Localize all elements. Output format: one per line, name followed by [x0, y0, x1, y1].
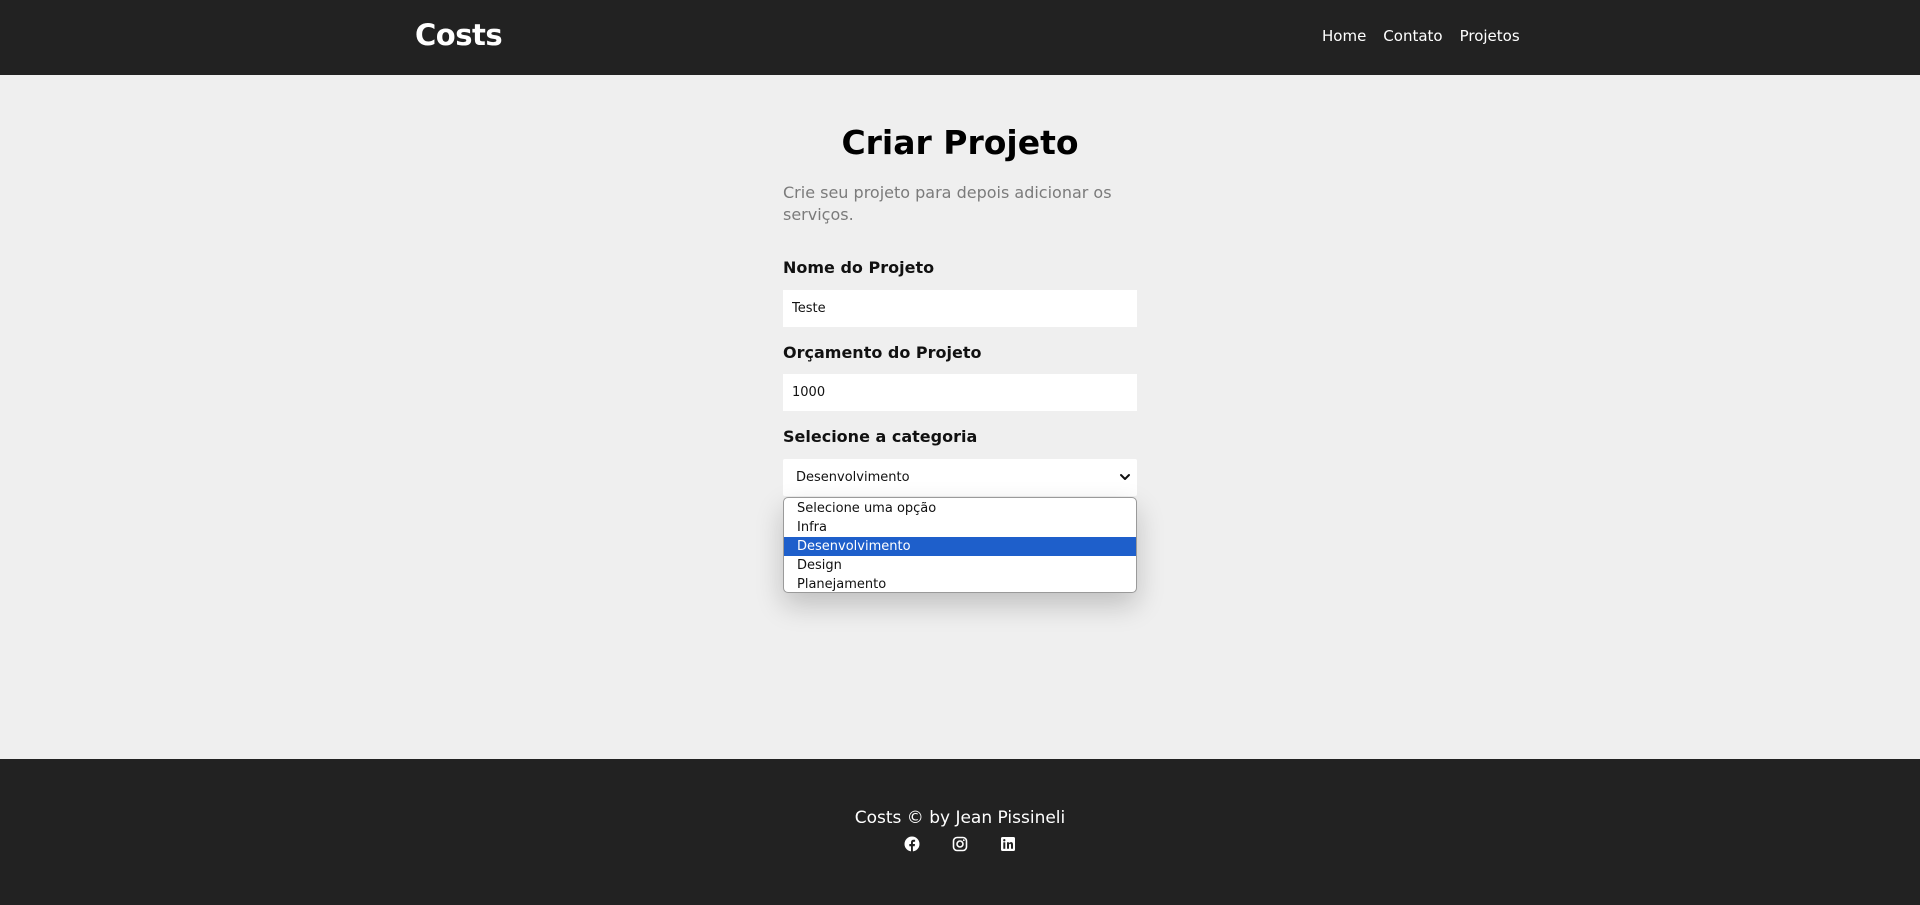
nav-link-contato[interactable]: Contato: [1383, 27, 1442, 45]
brand-logo[interactable]: Costs: [415, 18, 503, 52]
navbar: Costs Home Contato Projetos: [0, 0, 1920, 75]
category-option-selected[interactable]: Desenvolvimento: [784, 537, 1136, 556]
category-select-value: Desenvolvimento: [796, 470, 910, 485]
chevron-down-icon: [1120, 474, 1130, 480]
category-option[interactable]: Planejamento: [784, 575, 1136, 592]
facebook-icon[interactable]: [904, 836, 920, 852]
category-select[interactable]: Desenvolvimento: [783, 459, 1137, 496]
nav-link-projetos[interactable]: Projetos: [1460, 27, 1520, 45]
project-name-input[interactable]: [783, 290, 1137, 327]
category-label: Selecione a categoria: [783, 427, 978, 446]
social-links: [904, 836, 1016, 852]
instagram-icon[interactable]: [952, 836, 968, 852]
main-content: Criar Projeto Crie seu projeto para depo…: [0, 75, 1920, 759]
project-budget-input[interactable]: [783, 374, 1137, 411]
category-dropdown: Selecione uma opção Infra Desenvolviment…: [783, 497, 1137, 593]
page-title: Criar Projeto: [841, 123, 1079, 162]
project-name-label: Nome do Projeto: [783, 258, 935, 277]
linkedin-icon[interactable]: [1000, 836, 1016, 852]
nav-link-home[interactable]: Home: [1322, 27, 1366, 45]
footer-copyright: Costs © by Jean Pissineli: [854, 808, 1066, 828]
page-subtitle: Crie seu projeto para depois adicionar o…: [783, 183, 1112, 224]
footer: Costs © by Jean Pissineli: [0, 759, 1920, 905]
category-option[interactable]: Design: [784, 556, 1136, 575]
nav-links: Home Contato Projetos: [1322, 27, 1520, 45]
category-option[interactable]: Selecione uma opção: [784, 499, 1136, 518]
project-budget-label: Orçamento do Projeto: [783, 343, 982, 362]
category-option[interactable]: Infra: [784, 518, 1136, 537]
